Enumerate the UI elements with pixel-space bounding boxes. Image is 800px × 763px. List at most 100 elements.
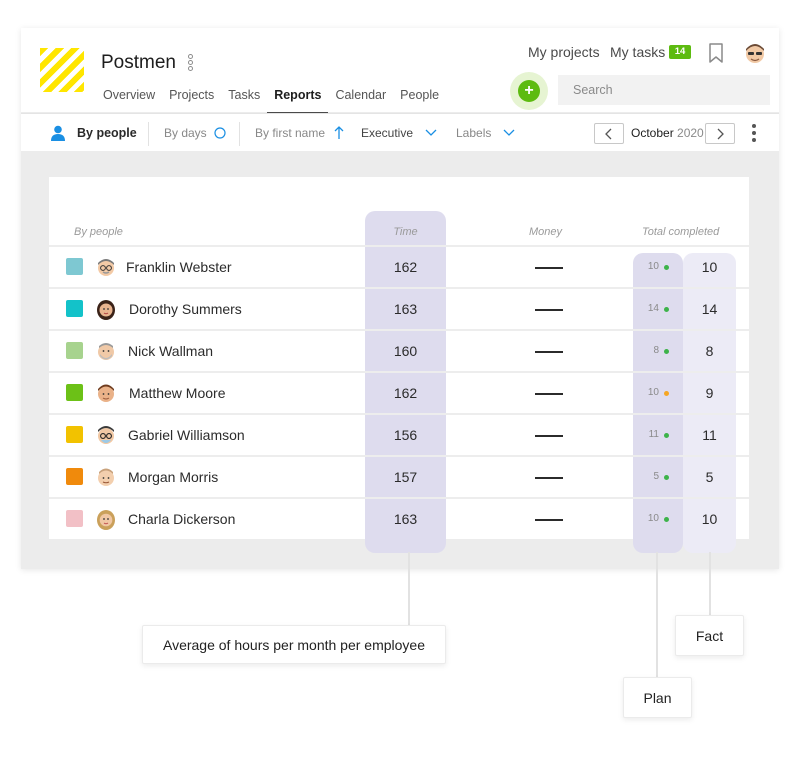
callout-plan: Plan (623, 677, 692, 718)
by-people-filter[interactable]: By people (51, 114, 137, 152)
table-row[interactable]: Gabriel Williamson 156 11 11 (49, 413, 749, 455)
color-swatch (66, 258, 83, 275)
money-empty-dash (535, 435, 563, 437)
by-people-label: By people (77, 126, 137, 140)
avatar (95, 298, 117, 320)
month-year: 2020 (677, 126, 704, 140)
project-logo (40, 48, 84, 92)
plan-value: 10 (647, 261, 659, 272)
person-name[interactable]: Franklin Webster (126, 259, 232, 275)
column-header-total-completed: Total completed (642, 226, 720, 238)
plan-value: 5 (653, 471, 659, 482)
fact-value: 8 (705, 343, 714, 359)
fact-value: 10 (701, 259, 718, 275)
column-header-people: By people (74, 226, 123, 238)
color-swatch (66, 300, 83, 317)
tab-projects[interactable]: Projects (169, 88, 214, 112)
callout-line-average (408, 552, 410, 626)
chevron-right-icon (717, 128, 724, 140)
person-name[interactable]: Charla Dickerson (128, 511, 235, 527)
by-days-label: By days (164, 126, 207, 140)
add-button[interactable]: + (518, 80, 540, 102)
time-value: 163 (393, 301, 418, 317)
chevron-left-icon (605, 128, 612, 140)
money-empty-dash (535, 267, 563, 269)
project-tabs: Overview Projects Tasks Reports Calendar… (103, 88, 453, 114)
time-value: 162 (393, 385, 418, 401)
avatar (95, 340, 117, 362)
month-name: October (631, 126, 674, 140)
plan-value: 8 (653, 345, 659, 356)
plan-status-dot (664, 433, 669, 438)
person-icon (51, 125, 65, 141)
tab-reports[interactable]: Reports (267, 88, 329, 114)
labels-dropdown[interactable]: Labels (456, 114, 515, 152)
color-swatch (66, 468, 83, 485)
fact-value: 9 (705, 385, 714, 401)
tab-calendar[interactable]: Calendar (335, 88, 386, 112)
prev-month-button[interactable] (594, 123, 624, 144)
person-name[interactable]: Morgan Morris (128, 469, 218, 485)
executive-dropdown[interactable]: Executive (361, 114, 437, 152)
table-row[interactable]: Nick Wallman 160 8 8 (49, 329, 749, 371)
search-input[interactable] (558, 75, 770, 105)
callout-line-plan (656, 552, 658, 678)
avatar (95, 382, 117, 404)
tasks-count-badge: 14 (669, 45, 691, 59)
sort-by-first-name[interactable]: By first name (255, 114, 344, 152)
callout-average-hours: Average of hours per month per employee (142, 625, 446, 664)
time-value: 160 (393, 343, 418, 359)
person-name[interactable]: Nick Wallman (128, 343, 213, 359)
sort-label: By first name (255, 126, 326, 140)
time-value: 156 (393, 427, 418, 443)
table-row[interactable]: Charla Dickerson 163 10 10 (49, 497, 749, 539)
project-title: Postmen (101, 52, 176, 73)
header: Postmen Overview Projects Tasks Reports … (21, 28, 779, 114)
avatar (95, 424, 117, 446)
time-value: 162 (393, 259, 418, 275)
report-table: By people Time Money Total completed Fra… (49, 177, 749, 553)
month-label: October 2020 (631, 126, 704, 140)
more-options-icon[interactable] (752, 124, 756, 142)
color-swatch (66, 426, 83, 443)
toolbar-divider (148, 122, 149, 146)
tab-overview[interactable]: Overview (103, 88, 155, 112)
table-row[interactable]: Morgan Morris 157 5 5 (49, 455, 749, 497)
executive-label: Executive (361, 126, 414, 140)
toolbar-divider (239, 122, 240, 146)
avatar (95, 256, 117, 278)
person-name[interactable]: Matthew Moore (129, 385, 225, 401)
plan-status-dot (664, 391, 669, 396)
project-menu-icon[interactable] (186, 54, 194, 74)
tab-people[interactable]: People (400, 88, 439, 112)
labels-label: Labels (456, 126, 492, 140)
money-empty-dash (535, 351, 563, 353)
person-name[interactable]: Dorothy Summers (129, 301, 242, 317)
callout-fact: Fact (675, 615, 744, 656)
arrow-up-icon (334, 126, 344, 139)
chevron-down-icon (425, 129, 437, 136)
plan-value: 11 (648, 429, 659, 440)
plan-value: 14 (647, 303, 659, 314)
table-row[interactable]: Matthew Moore 162 10 9 (49, 371, 749, 413)
plan-status-dot (664, 265, 669, 270)
money-empty-dash (535, 309, 563, 311)
bookmark-icon[interactable] (708, 43, 724, 63)
column-header-time: Time (393, 226, 418, 238)
table-row[interactable]: Dorothy Summers 163 14 14 (49, 287, 749, 329)
fact-value: 5 (705, 469, 714, 485)
my-tasks-link[interactable]: My tasks (610, 44, 665, 60)
time-value: 157 (393, 469, 418, 485)
by-days-filter[interactable]: By days (164, 114, 226, 152)
chevron-down-icon (503, 129, 515, 136)
person-name[interactable]: Gabriel Williamson (128, 427, 245, 443)
table-row[interactable]: Franklin Webster 162 10 10 (49, 245, 749, 287)
plan-value: 10 (647, 387, 659, 398)
next-month-button[interactable] (705, 123, 735, 144)
user-avatar[interactable] (743, 41, 767, 65)
fact-value: 10 (701, 511, 718, 527)
tab-tasks[interactable]: Tasks (228, 88, 260, 112)
avatar (95, 508, 117, 530)
my-projects-link[interactable]: My projects (528, 44, 600, 60)
plan-status-dot (664, 349, 669, 354)
